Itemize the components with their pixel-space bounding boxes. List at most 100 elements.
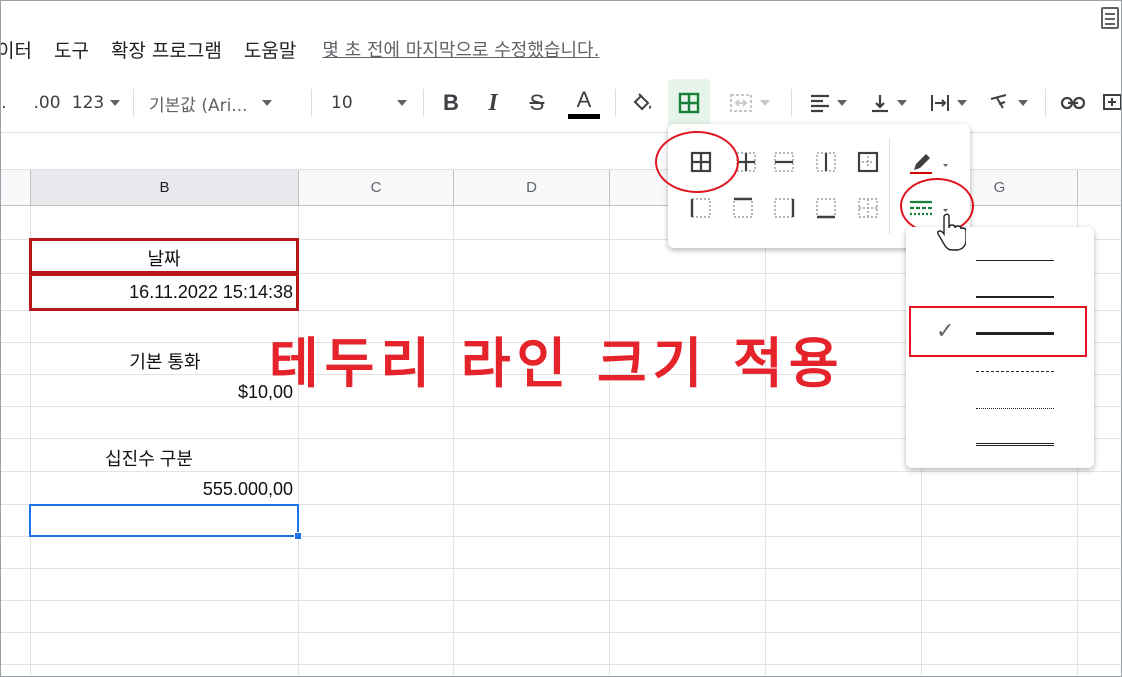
column-header-a[interactable]: [1, 170, 31, 206]
borders-button[interactable]: [668, 79, 710, 127]
thin-line-icon: [976, 260, 1054, 261]
bold-button[interactable]: B: [437, 79, 465, 127]
text-color-button[interactable]: A: [564, 79, 604, 127]
column-header-h[interactable]: [1078, 170, 1121, 206]
outer-borders-icon: [857, 151, 879, 173]
increase-decimal-button[interactable]: .00: [31, 79, 63, 127]
comments-history-icon[interactable]: [1101, 7, 1119, 29]
currency-label: 기본 통화: [129, 352, 201, 372]
toolbar-divider: [133, 89, 134, 117]
text-color-letter: A: [576, 87, 592, 112]
menu-tools[interactable]: 도구: [54, 36, 89, 63]
menu-data[interactable]: 이터: [1, 36, 32, 63]
selected-cell[interactable]: [29, 504, 299, 537]
link-icon: [1060, 96, 1086, 110]
text-rotation-button[interactable]: [983, 79, 1033, 127]
chevron-down-icon: [1018, 100, 1028, 106]
chevron-down-icon: [897, 100, 907, 106]
text-color-swatch: [568, 114, 600, 119]
decimal-value: 555.000,00: [202, 479, 293, 499]
paint-bucket-icon: [633, 93, 651, 111]
dotted-line-icon: [976, 408, 1054, 409]
line-style-double[interactable]: [906, 426, 1094, 460]
clear-borders-option[interactable]: [856, 196, 880, 220]
fill-handle[interactable]: [294, 532, 302, 540]
increase-decimal-icon: .00: [33, 93, 61, 113]
border-color-button[interactable]: [908, 150, 958, 175]
hand-cursor-icon: [937, 213, 966, 251]
line-style-dashed[interactable]: [906, 354, 1094, 388]
borders-menu-divider: [889, 138, 890, 234]
vertical-borders-option[interactable]: [814, 150, 838, 174]
right-border-icon: [774, 198, 795, 218]
merge-cells-icon: [730, 94, 752, 112]
column-header-b[interactable]: B: [31, 170, 299, 206]
bottom-border-icon: [816, 198, 836, 219]
font-size-select[interactable]: 10: [331, 79, 413, 127]
toolbar-divider: [791, 89, 792, 117]
grid-line: [1, 471, 1121, 472]
all-borders-icon: [678, 92, 700, 114]
right-border-option[interactable]: [772, 196, 796, 220]
comment-icon: [1103, 94, 1121, 110]
strikethrough-button[interactable]: S: [523, 79, 551, 127]
annotation-caption: 테두리 라인 크기 적용: [269, 332, 845, 395]
double-line-icon: [976, 443, 1054, 447]
menu-help[interactable]: 도움말: [244, 36, 296, 63]
bottom-border-option[interactable]: [814, 196, 838, 220]
all-borders-highlight: [655, 131, 739, 193]
chevron-down-icon: [396, 100, 407, 106]
decimal-label: 십진수 구분: [105, 449, 193, 469]
grid-line: [1, 568, 1121, 569]
menu-bar: 이터 도구 확장 프로그램 도움말 몇 초 전에 마지막으로 수정했습니다.: [1, 29, 1121, 69]
toolbar-divider: [423, 89, 424, 117]
toolbar-divider: [1045, 89, 1046, 117]
number-format-label: 123: [71, 93, 105, 113]
horizontal-borders-icon: [774, 152, 794, 172]
column-header-d[interactable]: D: [454, 170, 610, 206]
outer-borders-option[interactable]: [856, 150, 880, 174]
merge-cells-button[interactable]: [719, 79, 779, 127]
vertical-borders-icon: [816, 152, 836, 172]
grid-line: [1, 664, 1121, 665]
chevron-down-icon: [837, 100, 847, 106]
column-header-c[interactable]: C: [299, 170, 454, 206]
grid-line: [609, 206, 610, 676]
insert-comment-button[interactable]: [1101, 79, 1121, 127]
line-style-dotted[interactable]: [906, 391, 1094, 425]
insert-link-button[interactable]: [1057, 79, 1089, 127]
pencil-icon: [910, 154, 948, 175]
line-style-thin-solid[interactable]: [906, 243, 1094, 277]
align-left-icon: [811, 94, 829, 113]
decrease-decimal-button[interactable]: .: [1, 79, 11, 127]
italic-button[interactable]: I: [479, 79, 507, 127]
chevron-down-icon: [110, 100, 121, 106]
grid-line: [1, 632, 1121, 633]
dashed-line-icon: [976, 371, 1054, 372]
left-border-icon: [690, 198, 711, 218]
decrease-decimal-icon: .: [1, 93, 7, 113]
font-size-label: 10: [331, 93, 353, 113]
selected-line-style-highlight: [909, 306, 1087, 357]
currency-value: $10,00: [237, 382, 293, 402]
text-rotate-icon: [990, 94, 1007, 109]
medium-line-icon: [976, 296, 1054, 298]
text-wrapping-button[interactable]: [923, 79, 973, 127]
align-bottom-icon: [872, 95, 888, 113]
grid-line: [453, 206, 454, 676]
horizontal-borders-option[interactable]: [772, 150, 796, 174]
chevron-down-icon: [957, 100, 967, 106]
left-border-option[interactable]: [689, 196, 713, 220]
top-border-option[interactable]: [731, 196, 755, 220]
fill-color-button[interactable]: [627, 79, 657, 127]
menu-extensions[interactable]: 확장 프로그램: [111, 36, 222, 63]
font-family-select[interactable]: 기본값 (Ari...: [149, 79, 299, 127]
font-family-label: 기본값 (Ari...: [149, 95, 248, 116]
number-format-button[interactable]: 123: [71, 79, 121, 127]
vertical-align-button[interactable]: [863, 79, 913, 127]
text-color-icon: A: [568, 87, 600, 119]
last-edit-link[interactable]: 몇 초 전에 마지막으로 수정했습니다.: [322, 36, 599, 62]
horizontal-align-button[interactable]: [803, 79, 853, 127]
toolbar: . .00 123 기본값 (Ari... 10 B I S A: [1, 79, 1121, 127]
grid-line: [765, 206, 766, 676]
